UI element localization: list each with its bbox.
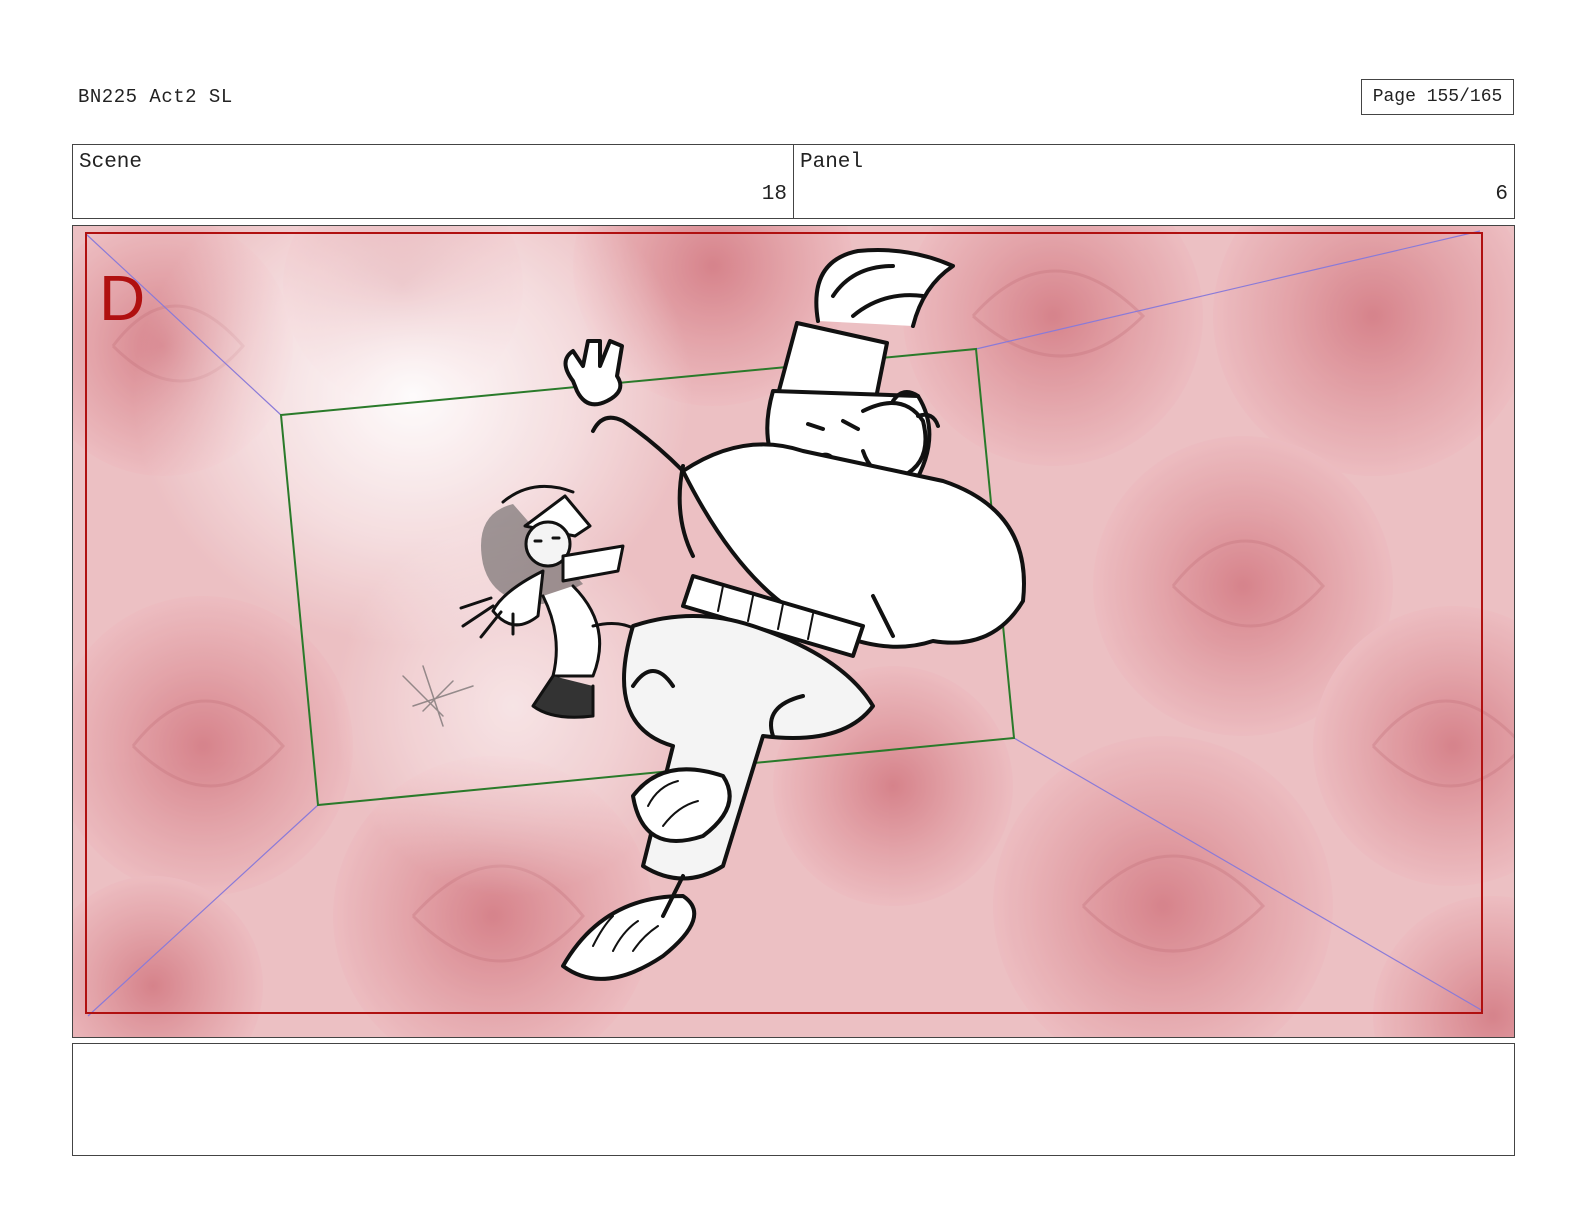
storyboard-frame: D <box>72 225 1515 1038</box>
notes-box <box>72 1043 1515 1156</box>
document-title: BN225 Act2 SL <box>78 86 233 108</box>
panel-number: 6 <box>1495 183 1508 206</box>
panel-cell: Panel 6 <box>793 145 1514 218</box>
scene-cell: Scene 18 <box>73 145 793 218</box>
page-number: Page 155/165 <box>1361 79 1514 115</box>
panel-label: Panel <box>800 151 864 174</box>
scene-panel-header: Scene 18 Panel 6 <box>72 144 1515 219</box>
scene-label: Scene <box>79 151 143 174</box>
field-letter: D <box>99 262 145 334</box>
storyboard-drawing: D <box>73 226 1514 1037</box>
scene-number: 18 <box>761 183 787 206</box>
